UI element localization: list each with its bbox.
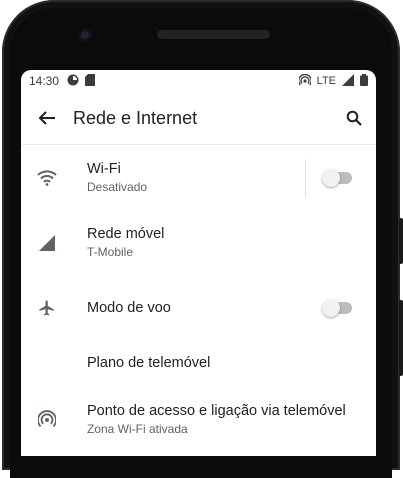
airplane-mode-title: Modo de voo <box>87 299 171 316</box>
back-button[interactable] <box>21 110 73 126</box>
list-item-mobile-network[interactable]: Rede móvel T-Mobile <box>21 210 376 275</box>
battery-icon <box>360 73 368 89</box>
divider <box>305 158 306 197</box>
toggle-knob <box>322 168 340 187</box>
status-time: 14:30 <box>29 74 60 88</box>
earpiece-speaker <box>157 30 270 39</box>
wifi-toggle[interactable] <box>322 168 352 187</box>
toggle-knob <box>322 298 340 317</box>
phone-frame: 14:30 LTE Rede e Internet Wi-Fi Desativa… <box>0 0 403 478</box>
airplane-mode-toggle[interactable] <box>322 298 352 317</box>
lte-label: LTE <box>316 75 336 87</box>
wifi-subtitle: Desativado <box>87 180 148 194</box>
hotspot-subtitle: Zona Wi-Fi ativada <box>87 421 188 436</box>
sd-card-icon <box>85 73 96 89</box>
power-button <box>399 300 403 376</box>
cellular-signal-icon <box>21 234 73 251</box>
airplane-icon <box>21 299 73 317</box>
arrow-back-icon <box>38 111 55 125</box>
sync-icon <box>67 74 79 89</box>
list-item-wifi[interactable]: Wi-Fi Desativado <box>21 145 376 210</box>
search-button[interactable] <box>332 110 376 126</box>
list-item-airplane-mode[interactable]: Modo de voo <box>21 275 376 340</box>
list-item-hotspot[interactable]: Ponto de acesso e ligação via telemóvel … <box>21 386 376 452</box>
mobile-network-subtitle: T-Mobile <box>87 245 134 259</box>
search-icon <box>346 110 362 126</box>
settings-list: Wi-Fi Desativado Rede móvel T-Mobile Mod… <box>21 145 376 452</box>
screen: 14:30 LTE Rede e Internet Wi-Fi Desativa… <box>21 70 376 456</box>
mobile-plan-title: Plano de telemóvel <box>87 355 211 371</box>
status-bar: 14:30 LTE <box>21 70 376 92</box>
signal-icon <box>342 73 354 89</box>
hotspot-icon <box>21 410 73 428</box>
wifi-title: Wi-Fi <box>87 161 121 177</box>
hotspot-title: Ponto de acesso e ligação via telemóvel <box>87 402 346 419</box>
status-right: LTE <box>297 73 368 89</box>
front-camera <box>78 28 92 42</box>
hotspot-status-icon <box>297 73 312 89</box>
wifi-icon <box>21 169 73 186</box>
volume-button <box>399 218 403 264</box>
list-item-mobile-plan[interactable]: Plano de telemóvel <box>21 340 376 386</box>
app-bar: Rede e Internet <box>21 92 376 145</box>
page-title: Rede e Internet <box>73 107 198 128</box>
mobile-network-title: Rede móvel <box>87 226 165 242</box>
